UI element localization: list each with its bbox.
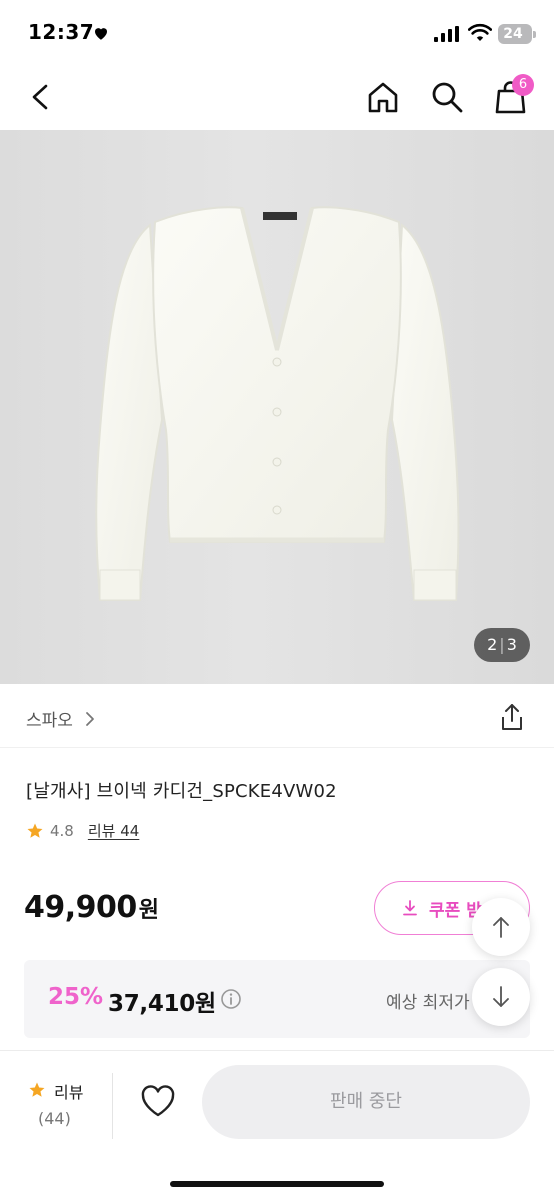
review-link[interactable]: 리뷰 44 [88, 820, 139, 841]
arrow-up-icon [493, 917, 509, 938]
brand-link[interactable]: 스파오 [26, 706, 95, 731]
rating-score: 4.8 [50, 821, 74, 840]
product-title: [날개사] 브이넥 카디건_SPCKE4VW02 [26, 781, 337, 802]
signal-icon [434, 26, 459, 42]
image-counter: 2 | 3 [474, 628, 530, 662]
cart-count-badge: 6 [512, 74, 534, 96]
price-currency: 원 [138, 898, 159, 923]
heart-status-icon [95, 28, 107, 40]
star-icon [27, 823, 43, 838]
original-price: 49,900원 [24, 890, 159, 925]
cardigan-illustration [95, 206, 460, 601]
bottom-divider [112, 1073, 113, 1139]
battery-icon: 24 [498, 24, 532, 44]
discount-rate: 25% [48, 984, 104, 1010]
price-value: 49,900 [24, 890, 137, 925]
review-summary-label: 리뷰 [54, 1083, 84, 1102]
brand-row: 스파오 [0, 684, 554, 748]
back-icon[interactable] [22, 78, 60, 116]
download-arrow-icon [403, 900, 417, 916]
discount-box: 25% 37,410원 예상 최저가 [24, 960, 530, 1038]
home-indicator [170, 1181, 384, 1187]
status-bar: 12:37 24 [0, 0, 554, 64]
review-summary-button[interactable]: 리뷰 (44) [28, 1077, 88, 1137]
review-summary-count: (44) [38, 1109, 71, 1128]
image-counter-separator: | [499, 635, 505, 654]
info-icon[interactable] [220, 988, 242, 1010]
product-image[interactable] [0, 130, 554, 684]
brand-name: 스파오 [26, 711, 73, 731]
lowest-price-label[interactable]: 예상 최저가 [386, 988, 470, 1013]
heart-icon[interactable] [138, 1081, 178, 1121]
arrow-down-icon [493, 986, 509, 1007]
battery-level: 24 [503, 26, 523, 42]
discount-price: 37,410원 [108, 991, 216, 1017]
chevron-right-icon [86, 711, 94, 726]
bottom-action-bar: 리뷰 (44) 판매 중단 [0, 1050, 554, 1200]
home-icon[interactable] [364, 78, 402, 116]
status-time: 12:37 [28, 20, 95, 44]
wifi-icon [468, 23, 492, 41]
image-counter-total: 3 [506, 635, 517, 654]
sold-out-button[interactable]: 판매 중단 [202, 1065, 530, 1139]
search-icon[interactable] [428, 78, 466, 116]
battery-tip [533, 31, 536, 38]
image-counter-current: 2 [487, 635, 498, 654]
rating-row: 4.8 리뷰 44 [26, 820, 139, 841]
scroll-down-button[interactable] [472, 968, 530, 1026]
star-icon [29, 1082, 45, 1097]
scroll-up-button[interactable] [472, 898, 530, 956]
share-icon[interactable] [498, 702, 526, 732]
nav-bar [0, 64, 554, 130]
